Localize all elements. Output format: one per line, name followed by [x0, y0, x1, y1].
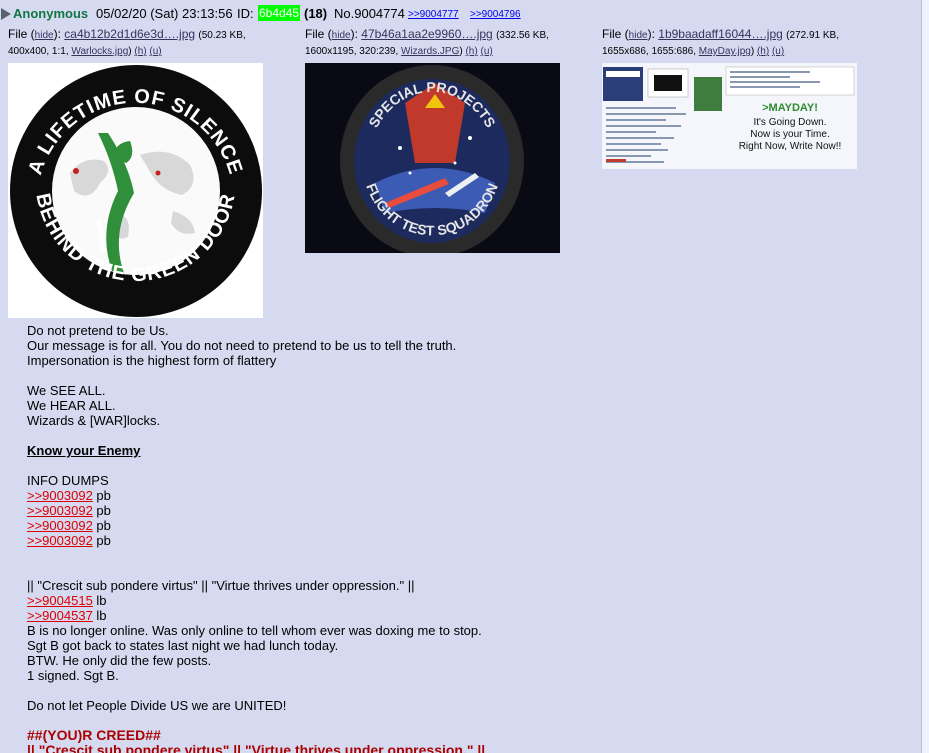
mayday-headline: >MAYDAY!	[762, 102, 818, 114]
quote-link[interactable]: >>9004537	[27, 608, 93, 623]
info-dumps-label: INFO DUMPS	[27, 473, 109, 488]
thumbnail-mayday[interactable]: >MAYDAY! It's Going Down. Now is your Ti…	[602, 63, 857, 169]
backlink[interactable]: >>9004777	[408, 9, 459, 20]
message-line: 1 signed. Sgt B.	[27, 668, 119, 683]
file-name-link[interactable]: 47b46a1aa2e9960….jpg	[361, 27, 492, 41]
file-sep: ):	[350, 27, 358, 41]
hide-link[interactable]: hide	[332, 30, 351, 41]
link-suffix: pb	[92, 533, 111, 548]
post: Anonymous 05/02/20 (Sat) 23:13:56 ID: 6b…	[0, 0, 922, 753]
h-link[interactable]: (h)	[757, 46, 769, 57]
file-dims: 1600x1195, 320:239,	[305, 46, 399, 57]
message-line: Impersonation is the highest form of fla…	[27, 353, 277, 368]
link-suffix: lb	[92, 608, 107, 623]
file-orig-name[interactable]: Warlocks.jpg	[71, 46, 128, 57]
file-sep: ):	[53, 27, 61, 41]
h-link[interactable]: (h)	[465, 46, 477, 57]
quote-link[interactable]: >>9003092	[27, 518, 93, 533]
file-info-3: File (hide): 1b9baadaff16044….jpg (272.9…	[602, 27, 839, 57]
file-orig-name[interactable]: MayDay.jpg	[699, 46, 751, 57]
u-link[interactable]: (u)	[480, 46, 492, 57]
message-line: Our message is for all. You do not need …	[27, 338, 457, 353]
message-line: We HEAR ALL.	[27, 398, 116, 413]
thumbnail-wizards[interactable]: SPECIAL PROJECTS FLIGHT TEST SQUADRON	[305, 63, 560, 253]
file-size: (332.56 KB,	[496, 30, 549, 41]
hide-link[interactable]: hide	[35, 30, 54, 41]
mayday-line-1: It's Going Down.	[753, 117, 826, 128]
message-line: We SEE ALL.	[27, 383, 106, 398]
u-link[interactable]: (u)	[149, 46, 161, 57]
hide-link[interactable]: hide	[629, 30, 648, 41]
u-link[interactable]: (u)	[772, 46, 784, 57]
file-size: (272.91 KB,	[786, 30, 839, 41]
creed-motto: || "Crescit sub pondere virtus" || "Virt…	[27, 742, 486, 753]
link-suffix: lb	[92, 593, 107, 608]
link-suffix: pb	[92, 518, 111, 533]
mayday-line-3: Right Now, Write Now!!	[739, 141, 842, 152]
mayday-collage-image: >MAYDAY! It's Going Down. Now is your Ti…	[602, 63, 857, 169]
quote-link[interactable]: >>9003092	[27, 533, 93, 548]
message-line: Do not let People Divide US we are UNITE…	[27, 698, 287, 713]
mayday-line-2: Now is your Time.	[750, 129, 829, 140]
link-suffix: pb	[92, 503, 111, 518]
message-line: Wizards & [WAR]locks.	[27, 413, 161, 428]
id-label: ID:	[237, 6, 254, 21]
menu-triangle-icon[interactable]	[1, 8, 11, 20]
quote-link[interactable]: >>9003092	[27, 488, 93, 503]
quote-link[interactable]: >>9004515	[27, 593, 93, 608]
poster-id[interactable]: 6b4d45	[258, 5, 301, 21]
post-count: (18)	[304, 6, 328, 21]
warlocks-patch-image: A LIFETIME OF SILENCE BEHIND THE GREEN D…	[10, 65, 262, 317]
know-your-enemy: Know your Enemy	[27, 443, 141, 458]
message-line: Do not pretend to be Us.	[27, 323, 169, 338]
file-info-1: File (hide): ca4b12b2d1d6e3d….jpg (50.23…	[8, 27, 246, 57]
file-label: File (	[8, 27, 35, 41]
file-dims: 1655x686, 1655:686,	[602, 46, 696, 57]
file-label: File (	[602, 27, 629, 41]
thumbnail-warlocks[interactable]: A LIFETIME OF SILENCE BEHIND THE GREEN D…	[8, 63, 263, 318]
post-number[interactable]: No.9004774	[334, 6, 405, 21]
file-dims: 400x400, 1:1,	[8, 46, 69, 57]
wizards-patch-image: SPECIAL PROJECTS FLIGHT TEST SQUADRON	[305, 63, 560, 253]
file-sep: ):	[647, 27, 655, 41]
poster-name: Anonymous	[13, 6, 89, 21]
post-message: Do not pretend to be Us. Our message is …	[27, 323, 907, 753]
h-link[interactable]: (h)	[134, 46, 146, 57]
post-date: 05/02/20 (Sat) 23:13:56	[96, 6, 233, 21]
file-name-link[interactable]: ca4b12b2d1d6e3d….jpg	[64, 27, 195, 41]
creed-heading: ##(YOU)R CREED##	[27, 727, 161, 743]
file-size: (50.23 KB,	[198, 30, 246, 41]
file-info-2: File (hide): 47b46a1aa2e9960….jpg (332.5…	[305, 27, 549, 57]
quote-link[interactable]: >>9003092	[27, 503, 93, 518]
message-line: B is no longer online. Was only online t…	[27, 623, 482, 638]
motto-line: || "Crescit sub pondere virtus" || "Virt…	[27, 578, 415, 593]
file-name-link[interactable]: 1b9baadaff16044….jpg	[658, 27, 783, 41]
message-line: BTW. He only did the few posts.	[27, 653, 212, 668]
link-suffix: pb	[92, 488, 111, 503]
file-orig-name[interactable]: Wizards.JPG	[401, 46, 459, 57]
file-label: File (	[305, 27, 332, 41]
message-line: Sgt B got back to states last night we h…	[27, 638, 339, 653]
backlink[interactable]: >>9004796	[470, 9, 521, 20]
